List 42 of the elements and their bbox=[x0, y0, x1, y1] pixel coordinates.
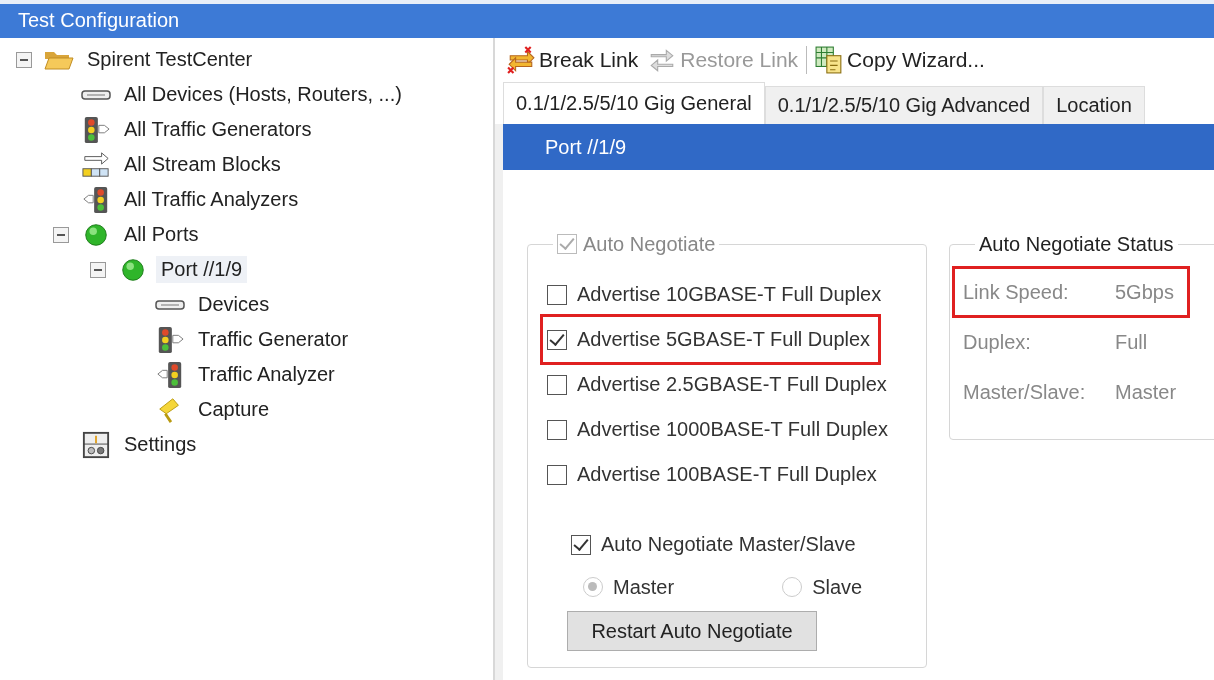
status-label: Master/Slave: bbox=[963, 380, 1087, 404]
checkbox-label: Advertise 10GBASE-T Full Duplex bbox=[577, 283, 882, 306]
checkbox-label: Auto Negotiate Master/Slave bbox=[601, 533, 856, 556]
group-title: Auto Negotiate Status bbox=[979, 232, 1174, 256]
checkbox-label: Advertise 100BASE-T Full Duplex bbox=[577, 463, 877, 486]
status-label: Duplex: bbox=[963, 330, 1032, 354]
settings-icon bbox=[81, 430, 111, 459]
tree-item[interactable]: Traffic Analyzer bbox=[193, 361, 340, 388]
window-title: Test Configuration bbox=[0, 0, 1214, 38]
toolbar-button[interactable]: Copy Wizard... bbox=[811, 44, 989, 76]
tab[interactable]: 0.1/1/2.5/5/10 Gig Advanced bbox=[764, 86, 1044, 124]
header-bar: Port //1/9 bbox=[503, 124, 1214, 170]
tree-item[interactable]: Settings bbox=[119, 431, 202, 458]
checkbox-label: Advertise 5GBASE-T Full Duplex bbox=[577, 328, 871, 351]
tree-item[interactable]: Port //1/9 bbox=[156, 256, 248, 283]
tab[interactable]: Location bbox=[1043, 86, 1145, 124]
checkbox-label: Auto Negotiate bbox=[583, 232, 716, 256]
checkbox-label: Advertise 1000BASE-T Full Duplex bbox=[577, 418, 888, 441]
tree-item[interactable]: Spirent TestCenter bbox=[82, 46, 258, 73]
tree-item[interactable]: All Traffic Generators bbox=[119, 116, 317, 143]
tree-item[interactable]: Traffic Generator bbox=[193, 326, 354, 353]
radio-label: Master bbox=[613, 575, 675, 599]
tab[interactable]: 0.1/1/2.5/5/10 Gig General bbox=[503, 82, 765, 124]
checkbox-label: Advertise 2.5GBASE-T Full Duplex bbox=[577, 373, 887, 396]
collapse-icon[interactable] bbox=[53, 226, 69, 243]
toolbar-button[interactable]: Break Link bbox=[503, 44, 643, 76]
tree-item[interactable]: All Ports bbox=[119, 221, 204, 248]
collapse-icon[interactable] bbox=[16, 51, 32, 68]
tree-item[interactable]: All Stream Blocks bbox=[119, 151, 286, 178]
stream-blocks-icon bbox=[81, 150, 111, 179]
status-value: Full bbox=[1115, 330, 1148, 354]
tree-item[interactable]: All Devices (Hosts, Routers, ...) bbox=[119, 81, 407, 108]
broken-arrows-icon bbox=[507, 46, 535, 74]
tree-item[interactable]: All Traffic Analyzers bbox=[119, 186, 304, 213]
status-label: Link Speed: bbox=[963, 280, 1070, 304]
tree-item[interactable]: Capture bbox=[193, 396, 275, 423]
radio-label: Slave bbox=[812, 575, 863, 599]
collapse-icon[interactable] bbox=[90, 261, 106, 278]
spreadsheet-copy-icon bbox=[815, 46, 844, 74]
status-value: Master bbox=[1115, 380, 1177, 404]
tree-item[interactable]: Devices bbox=[193, 291, 275, 318]
status-value: 5Gbps bbox=[1115, 280, 1174, 304]
